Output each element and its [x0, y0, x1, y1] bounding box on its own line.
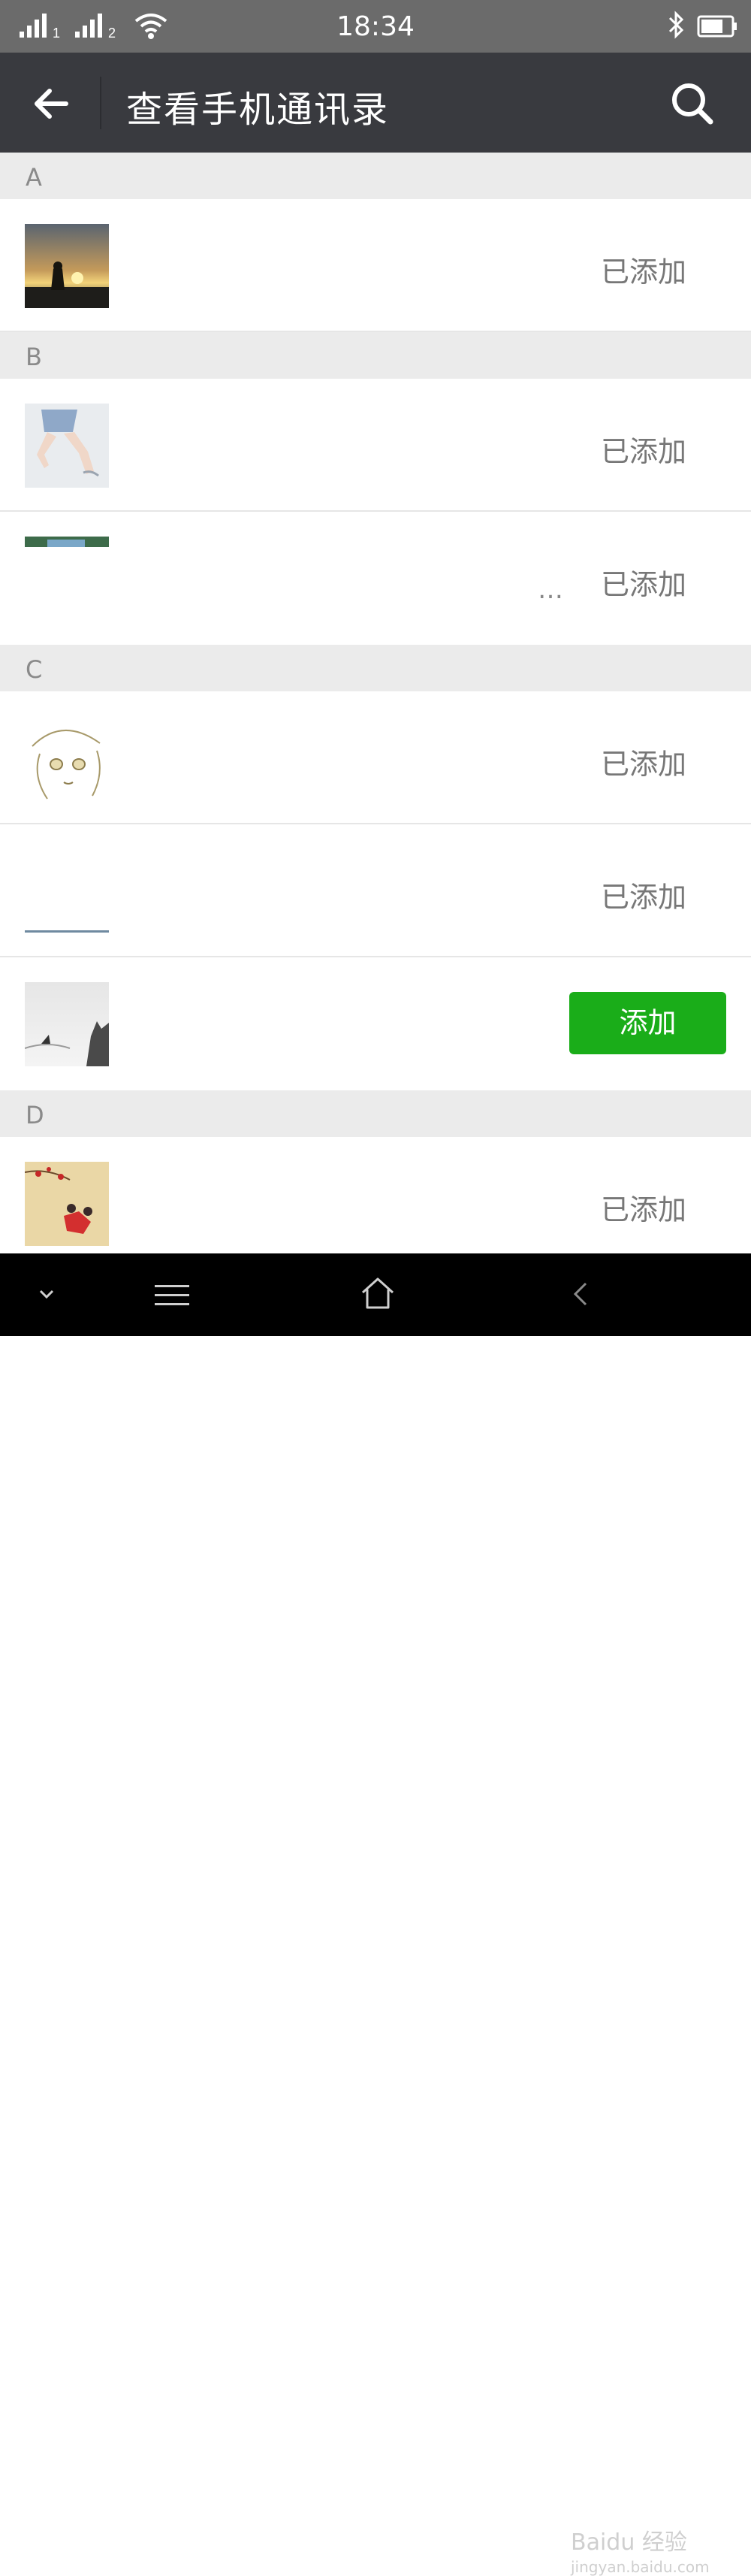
baidu-watermark: Baidu 经验 jingyan.baidu.com	[571, 2523, 710, 2576]
contact-avatar	[25, 982, 109, 1066]
status-bar: 1 2 18:34	[0, 0, 751, 53]
section-header-c: C	[0, 645, 751, 691]
bluetooth-icon	[668, 11, 684, 39]
contact-avatar	[25, 930, 109, 933]
contact-row[interactable]: 已添加	[0, 691, 751, 824]
added-status: 已添加	[600, 568, 686, 601]
battery-icon	[697, 15, 737, 38]
watermark-brand: Baidu 经验	[571, 2529, 687, 2556]
added-status: 已添加	[600, 881, 686, 914]
section-letter: C	[26, 655, 43, 684]
add-contact-button[interactable]: 添加	[569, 992, 726, 1054]
added-status: 已添加	[600, 1193, 686, 1226]
header-divider	[100, 77, 101, 129]
contact-avatar	[25, 224, 109, 308]
system-nav-bar: Baidu 经验 jingyan.baidu.com	[0, 1253, 751, 2576]
back-arrow-icon[interactable]	[30, 83, 72, 125]
contact-row[interactable]: 已添加	[0, 1137, 751, 1270]
contact-avatar	[25, 1162, 109, 1246]
section-header-b: B	[0, 332, 751, 379]
name-truncation: …	[538, 575, 563, 605]
app-bar: 查看手机通讯录	[0, 53, 751, 153]
contact-avatar	[25, 404, 109, 488]
section-letter: D	[26, 1101, 44, 1129]
watermark-url: jingyan.baidu.com	[571, 2558, 710, 2576]
section-letter: A	[26, 163, 42, 192]
menu-icon[interactable]	[153, 1280, 191, 1311]
home-icon[interactable]	[359, 1274, 397, 1312]
back-nav-icon[interactable]	[565, 1277, 598, 1311]
added-status: 已添加	[600, 435, 686, 468]
contact-row[interactable]: 已添加	[0, 824, 751, 957]
section-header-a: A	[0, 153, 751, 199]
added-status: 已添加	[600, 748, 686, 781]
contact-avatar	[25, 537, 109, 547]
contact-row[interactable]: … 已添加	[0, 512, 751, 645]
contact-row[interactable]: 已添加	[0, 379, 751, 512]
contact-row[interactable]: 已添加	[0, 199, 751, 332]
search-icon[interactable]	[668, 80, 716, 128]
contact-avatar	[25, 716, 109, 800]
contact-row[interactable]: 添加	[0, 957, 751, 1090]
section-letter: B	[26, 343, 42, 371]
chevron-down-icon[interactable]	[36, 1283, 57, 1305]
added-status: 已添加	[600, 255, 686, 289]
clock: 18:34	[336, 11, 415, 42]
page-title: 查看手机通讯录	[126, 89, 390, 131]
section-header-d: D	[0, 1090, 751, 1137]
